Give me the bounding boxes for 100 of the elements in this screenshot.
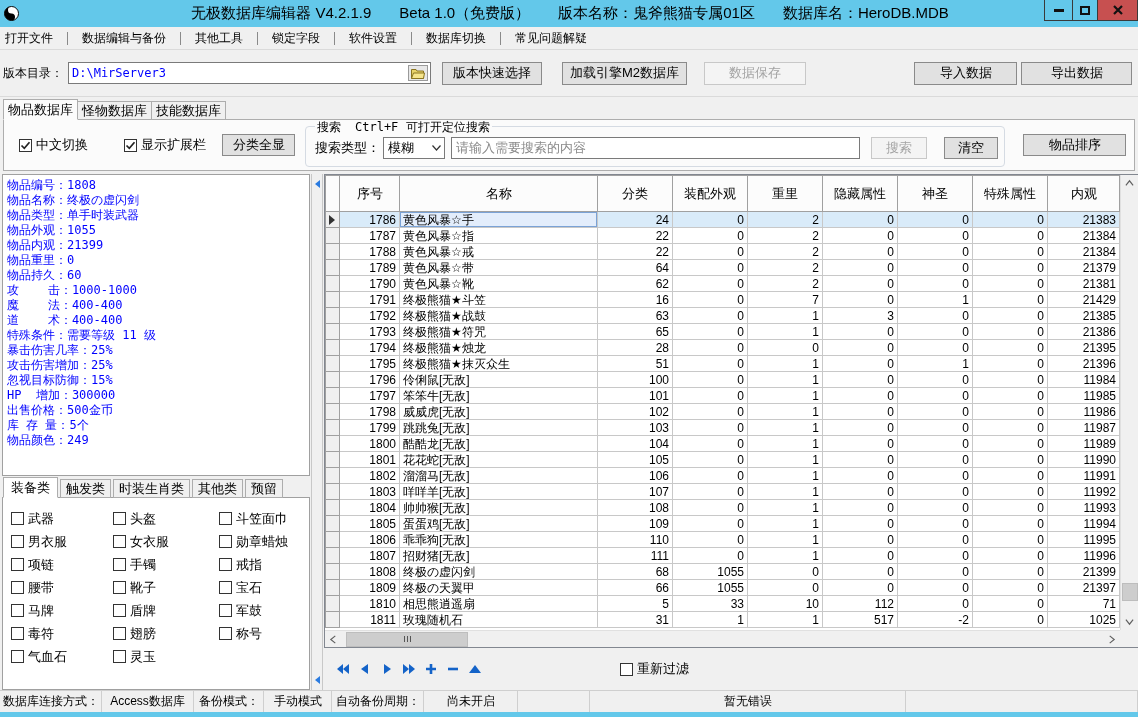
scrollbar-thumb[interactable] [346, 631, 468, 647]
category-tab[interactable]: 其他类 [192, 479, 243, 498]
checkbox[interactable] [11, 535, 24, 548]
table-cell: 104 [597, 435, 673, 452]
menu-item[interactable]: 软件设置 [335, 29, 411, 47]
checkbox[interactable] [11, 627, 24, 640]
checkbox[interactable] [219, 512, 232, 525]
close-button[interactable] [1097, 0, 1138, 21]
column-header[interactable]: 装配外观 [672, 175, 748, 212]
table-cell: 终极の天翼甲 [399, 579, 598, 596]
table-cell: 0 [972, 227, 1048, 244]
show-all-button[interactable]: 分类全显 [222, 134, 295, 156]
sort-button[interactable]: 物品排序 [1023, 134, 1126, 156]
tab[interactable]: 物品数据库 [3, 99, 78, 120]
category-tab[interactable]: 触发类 [60, 479, 111, 498]
path-field[interactable]: D:\MirServer3 [68, 62, 431, 84]
plus-icon[interactable] [424, 662, 438, 676]
checkbox[interactable] [11, 512, 24, 525]
checkbox-label: 男衣服 [28, 532, 67, 551]
category-tab[interactable]: 装备类 [3, 477, 58, 498]
table-cell: 0 [672, 227, 748, 244]
table-cell: 黄色风暴☆戒 [399, 243, 598, 260]
menu-item[interactable]: 常见问题解疑 [501, 29, 601, 47]
table-cell: 2 [747, 243, 823, 260]
column-header[interactable]: 内观 [1047, 175, 1120, 212]
scroll-up-icon[interactable] [1125, 179, 1134, 188]
table-cell: 玫瑰随机石 [399, 611, 598, 628]
table-cell: 1 [672, 611, 748, 628]
column-header[interactable]: 隐藏属性 [822, 175, 898, 212]
tab[interactable]: 技能数据库 [151, 101, 226, 120]
table-cell: 1787 [339, 227, 400, 244]
category-tab[interactable]: 时装生肖类 [113, 479, 190, 498]
column-header[interactable]: 分类 [597, 175, 673, 212]
category-tab[interactable]: 预留 [245, 479, 283, 498]
table-cell: 11992 [1047, 483, 1120, 500]
table-cell: 107 [597, 483, 673, 500]
menu-item[interactable]: 数据编辑与备份 [68, 29, 180, 47]
table-cell: 1 [747, 515, 823, 532]
load-database-button[interactable]: 加载引擎M2数据库 [562, 61, 687, 85]
checkbox[interactable] [219, 627, 232, 640]
menu-item[interactable]: 数据库切换 [412, 29, 500, 47]
column-header[interactable]: 名称 [399, 175, 598, 212]
scroll-right-icon[interactable] [1107, 634, 1116, 644]
checkbox[interactable] [620, 662, 633, 676]
table-cell: 2 [747, 275, 823, 292]
checkbox[interactable] [219, 581, 232, 594]
triangle-left-icon[interactable] [314, 180, 320, 188]
table-cell: 0 [972, 323, 1048, 340]
checkbox[interactable] [11, 650, 24, 663]
double-triangle-left-icon[interactable] [336, 662, 350, 676]
scrollbar-thumb[interactable] [1121, 583, 1138, 601]
table-cell: 21384 [1047, 227, 1120, 244]
checkbox[interactable] [219, 535, 232, 548]
clear-button[interactable]: 清空 [944, 136, 998, 159]
checkbox[interactable] [113, 650, 126, 663]
checkbox[interactable] [11, 604, 24, 617]
version-select-button[interactable]: 版本快速选择 [442, 61, 542, 85]
folder-icon[interactable] [408, 65, 428, 81]
table-cell: 1055 [672, 579, 748, 596]
menu-item[interactable]: 其他工具 [181, 29, 257, 47]
checkbox[interactable] [219, 558, 232, 571]
table-cell: 1803 [339, 483, 400, 500]
table-cell: 1 [747, 451, 823, 468]
horizontal-scrollbar[interactable] [325, 630, 1120, 647]
double-triangle-right-icon[interactable] [402, 662, 416, 676]
checkbox[interactable] [113, 581, 126, 594]
tab[interactable]: 怪物数据库 [77, 101, 152, 120]
scroll-left-icon[interactable] [329, 634, 338, 644]
yin-yang-icon [4, 6, 19, 21]
search-type-select[interactable]: 模糊 [383, 136, 445, 159]
vertical-scrollbar[interactable] [1120, 175, 1138, 630]
table-cell: 1 [747, 435, 823, 452]
column-header[interactable]: 序号 [339, 175, 400, 212]
table-cell: 517 [822, 611, 898, 628]
checkbox[interactable] [113, 535, 126, 548]
scroll-down-icon[interactable] [1125, 617, 1134, 626]
checkbox[interactable] [113, 604, 126, 617]
menu-item[interactable]: 锁定字段 [258, 29, 334, 47]
checkbox[interactable] [19, 138, 32, 152]
checkbox[interactable] [113, 512, 126, 525]
table-cell: 11985 [1047, 387, 1120, 404]
checkbox[interactable] [11, 581, 24, 594]
minimize-button[interactable] [1044, 0, 1073, 21]
table-cell: 0 [747, 579, 823, 596]
column-header[interactable]: 重里 [747, 175, 823, 212]
export-button[interactable]: 导出数据 [1021, 61, 1132, 85]
checkbox[interactable] [113, 558, 126, 571]
import-button[interactable]: 导入数据 [914, 61, 1017, 85]
table-cell: 0 [972, 275, 1048, 292]
table-cell: 0 [822, 355, 898, 372]
column-header[interactable]: 神圣 [897, 175, 973, 212]
checkbox[interactable] [219, 604, 232, 617]
search-field[interactable]: 请输入需要搜索的内容 [451, 136, 860, 159]
column-header[interactable]: 特殊属性 [972, 175, 1048, 212]
checkbox[interactable] [124, 138, 137, 152]
checkbox[interactable] [11, 558, 24, 571]
menu-item[interactable]: 打开文件 [0, 29, 67, 47]
table-cell: 0 [897, 339, 973, 356]
triangle-left-icon[interactable] [314, 676, 320, 684]
checkbox[interactable] [113, 627, 126, 640]
